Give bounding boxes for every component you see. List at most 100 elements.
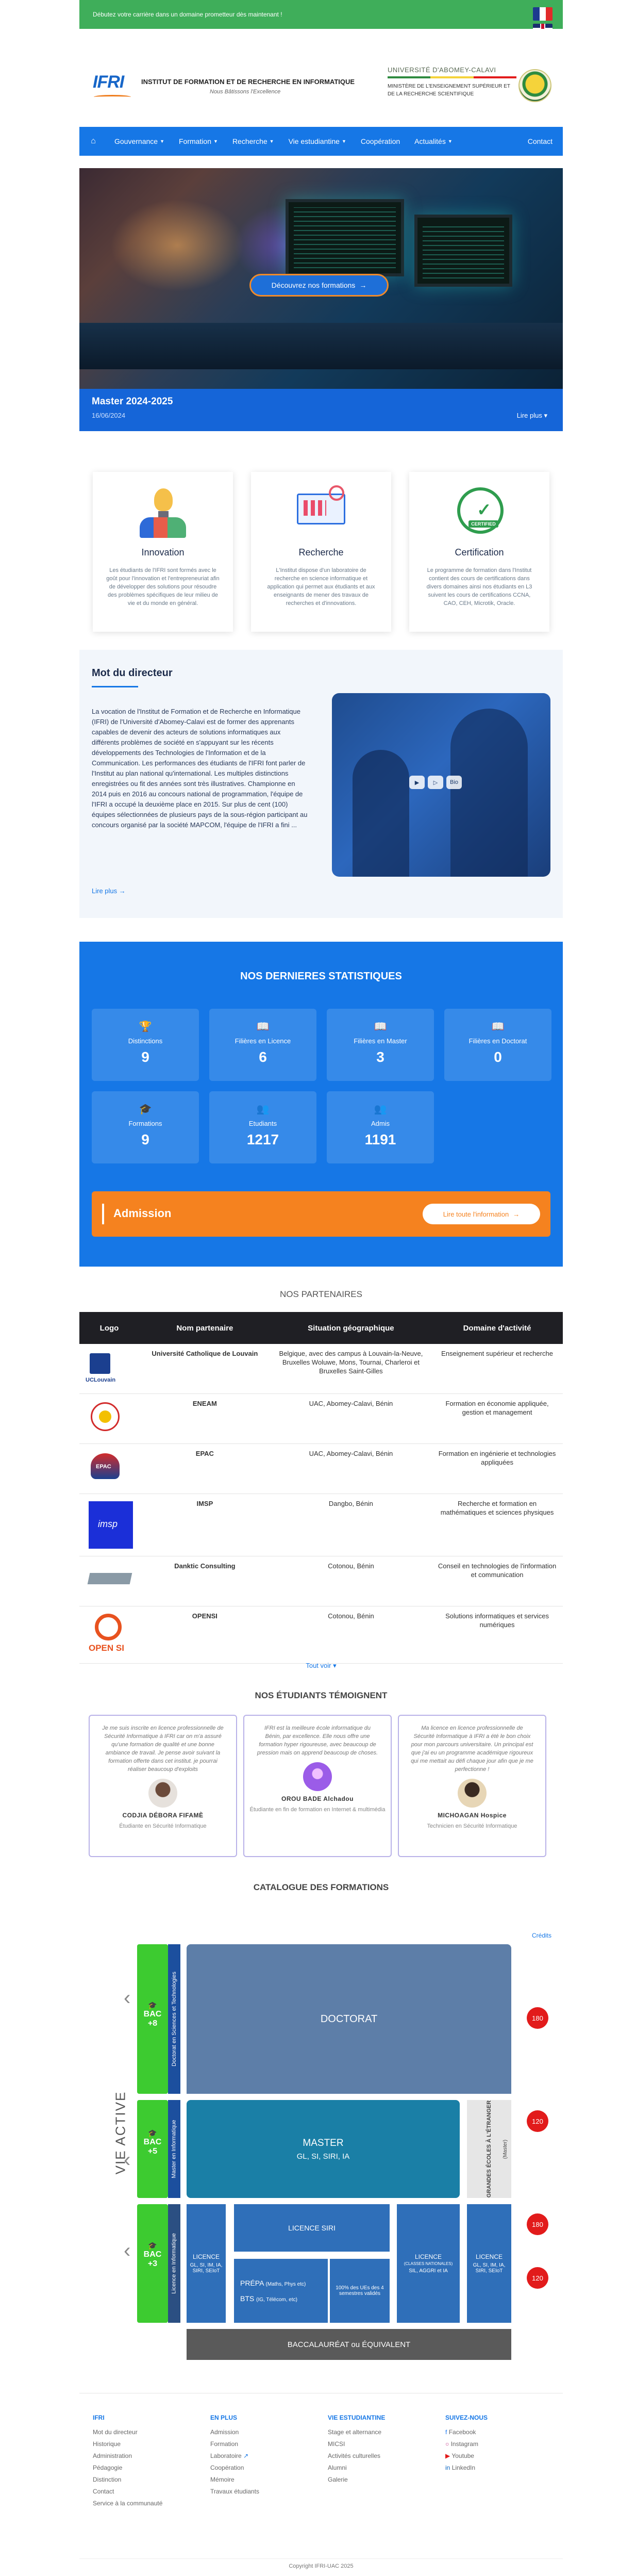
nav-recherche[interactable]: Recherche ▼ (225, 127, 281, 156)
footer-link[interactable]: Distinction (93, 2474, 196, 2486)
uac-seal-logo[interactable] (518, 69, 551, 102)
home-icon[interactable]: ⌂ (79, 127, 107, 156)
stats-title: NOS DERNIERES STATISTIQUES (240, 971, 402, 982)
site-footer: IFRI Mot du directeur Historique Adminis… (79, 2393, 563, 2576)
nav-formation[interactable]: Formation ▼ (172, 127, 225, 156)
footer-link[interactable]: Laboratoire ↗ (210, 2450, 313, 2462)
french-flag-icon[interactable] (533, 7, 553, 21)
external-link-icon: ↗ (243, 2452, 249, 2459)
footer-column: EN PLUS Admission Formation Laboratoire … (210, 2414, 313, 2498)
testimonial-role: Étudiante en Sécurité Informatique (119, 1823, 207, 1829)
testimonial-name: CODJIA DÉBORA FIFAMÈ (122, 1812, 204, 1819)
footer-link[interactable]: Stage et alternance (328, 2426, 431, 2438)
feature-card-recherche: Recherche L'Institut dispose d'un labora… (251, 472, 391, 632)
footer-link[interactable]: Administration (93, 2450, 196, 2462)
stat-card: 📖 Filières en Master 3 (327, 1009, 434, 1081)
innovation-illustration (135, 483, 191, 540)
footer-link[interactable]: ○ Instagram (445, 2438, 548, 2450)
master-vertical-label: Master en Informatique (168, 2100, 180, 2198)
hero-date: 16/06/2024 (92, 412, 126, 419)
footer-link[interactable]: Pédagogie (93, 2462, 196, 2474)
doctorat-block[interactable]: DOCTORAT (187, 1944, 511, 2094)
footer-link[interactable]: Historique (93, 2438, 196, 2450)
instagram-icon: ○ (445, 2440, 449, 2448)
nav-vie-estudiantine[interactable]: Vie estudiantine ▼ (281, 127, 354, 156)
footer-link[interactable]: in LinkedIn (445, 2462, 548, 2474)
eneam-logo[interactable] (83, 1399, 135, 1438)
stat-card: 📖 Filières en Doctorat 0 (444, 1009, 551, 1081)
nav-gouvernance[interactable]: Gouvernance ▼ (107, 127, 172, 156)
prepa-bts-block[interactable]: PRÉPA (Maths, Phys etc) BTS (IG, Télécom… (234, 2259, 328, 2323)
certified-badge-icon: ✓ CERTIFIED (451, 483, 508, 540)
director-read-more-link[interactable]: Lire plus → (92, 887, 126, 895)
statistics-section: NOS DERNIERES STATISTIQUES 🏆 Distinctions… (79, 942, 563, 1267)
footer-link[interactable]: MICSI (328, 2438, 431, 2450)
uclouvain-logo[interactable]: UCLouvain (83, 1349, 135, 1388)
institute-name: INSTITUT DE FORMATION ET DE RECHERCHE EN… (141, 78, 355, 86)
footer-link[interactable]: f Facebook (445, 2426, 548, 2438)
discover-formations-button[interactable]: Découvrez nos formations → (249, 274, 389, 297)
admission-read-button[interactable]: Lire toute l'information → (423, 1204, 540, 1224)
epac-logo[interactable]: EPAC (83, 1449, 135, 1488)
nav-cooperation[interactable]: Coopération (354, 127, 407, 156)
footer-link[interactable]: Mot du directeur (93, 2426, 196, 2438)
footer-link[interactable]: Galerie (328, 2474, 431, 2486)
licence-right-block[interactable]: LICENCE GL, SI, IM, IA, SIRI, SEIoT (467, 2204, 511, 2323)
see-all-partners-link[interactable]: Tout voir ▾ (79, 1662, 563, 1670)
nav-actualites[interactable]: Actualités ▼ (407, 127, 460, 156)
hero-read-more-link[interactable]: Lire plus ▾ (517, 412, 547, 420)
chevron-down-icon: ▼ (160, 139, 164, 144)
play-circle-icon[interactable]: ▷ (428, 776, 443, 789)
testimonial-card: Ma licence en licence professionnelle de… (398, 1715, 546, 1857)
book-icon: 📖 (256, 1021, 270, 1032)
licence-siri-block[interactable]: LICENCE SIRI (234, 2204, 390, 2252)
graduation-icon: 🎓 (148, 2241, 157, 2250)
testimonial-quote: IFRI est la meilleure école informatique… (257, 1725, 378, 1756)
footer-link[interactable]: Travaux étudiants (210, 2486, 313, 2498)
licence-classic-block[interactable]: LICENCE (CLASSES NATIONALES) SIL, AGGRI … (397, 2204, 460, 2323)
chevron-down-icon: ▼ (341, 139, 346, 144)
avatar (148, 1779, 177, 1808)
stat-card: 📖 Filières en Licence 6 (209, 1009, 316, 1081)
table-row: OPEN SI OPENSI Cotonou, Bénin Solutions … (79, 1606, 563, 1664)
stat-card: 🏆 Distinctions 9 (92, 1009, 199, 1081)
licence-gl-block[interactable]: LICENCE GL, SI, IM, IA, SIRI, SEIoT (187, 2204, 226, 2323)
footer-link[interactable]: ▶ Youtube (445, 2450, 548, 2462)
imsp-logo[interactable]: imsp (83, 1499, 135, 1551)
footer-link[interactable]: Activités culturelles (328, 2450, 431, 2462)
hero-caption: Master 2024-2025 16/06/2024 Lire plus ▾ (79, 389, 563, 431)
arrow-right-icon: → (359, 281, 367, 289)
footer-link[interactable]: Contact (93, 2486, 196, 2498)
director-title: Mot du directeur (92, 667, 173, 679)
director-word-section: Mot du directeur La vocation de l'Instit… (79, 650, 563, 918)
research-illustration (293, 483, 349, 540)
bac5-column: 🎓 BAC +5 (137, 2100, 168, 2198)
grandes-ecoles-block[interactable]: GRANDES ÉCOLES À L'ÉTRANGER (Master) (467, 2100, 511, 2198)
opensi-logo[interactable]: OPEN SI (83, 1612, 135, 1658)
book-icon: 📖 (374, 1021, 387, 1032)
danktic-logo[interactable] (83, 1562, 135, 1601)
admission-banner: Admission Lire toute l'information → (92, 1191, 550, 1237)
feature-title: Recherche (298, 547, 344, 557)
footer-link[interactable]: Formation (210, 2438, 313, 2450)
monitor-illustration (286, 199, 404, 276)
footer-link[interactable]: Service à la communauté (93, 2498, 196, 2509)
nav-contact[interactable]: Contact (521, 127, 563, 156)
footer-link[interactable]: Coopération (210, 2462, 313, 2474)
testimonial-card: IFRI est la meilleure école informatique… (243, 1715, 392, 1857)
stat-card: 👥 Etudiants 1217 (209, 1091, 316, 1163)
ministry-name: MINISTÈRE DE L'ENSEIGNEMENT SUPÉRIEUR ET… (388, 84, 510, 97)
ifri-logo[interactable]: IFRI (93, 72, 131, 101)
footer-link[interactable]: Mémoire (210, 2474, 313, 2486)
director-video[interactable]: ▶ ▷ Bio (332, 693, 550, 877)
university-name: UNIVERSITÉ D'ABOMEY-CALAVI (388, 66, 496, 74)
features-section: Innovation Les étudiants de l'IFRI sont … (79, 449, 563, 634)
play-icon[interactable]: ▶ (409, 776, 425, 789)
baccalaureat-block: BACCALAURÉAT ou ÉQUIVALENT (187, 2329, 511, 2360)
footer-link[interactable]: Alumni (328, 2462, 431, 2474)
monitor-illustration (414, 215, 512, 287)
footer-link[interactable]: Admission (210, 2426, 313, 2438)
master-block[interactable]: MASTER GL, SI, SIRI, IA (187, 2100, 460, 2198)
table-header-row: Logo Nom partenaire Situation géographiq… (79, 1312, 563, 1344)
avatar (303, 1762, 332, 1791)
